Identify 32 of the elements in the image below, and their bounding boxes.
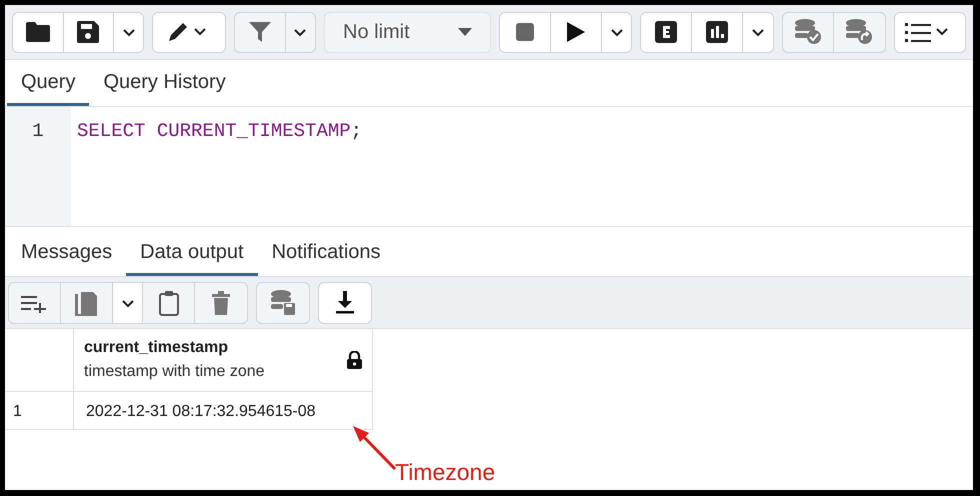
code-line: SELECT CURRENT_TIMESTAMP; [76, 119, 364, 144]
explain-icon [655, 21, 678, 43]
annotation-label: Timezone [395, 458, 496, 487]
table-cell: 2022-12-31 08:17:32.954615-08 [74, 392, 373, 430]
save-icon [77, 21, 100, 43]
stop-icon [516, 23, 534, 41]
database-check-icon [794, 19, 822, 45]
chart-icon [706, 21, 728, 43]
tab[interactable]: Query History [89, 60, 240, 106]
dropdown-caret-icon [458, 28, 472, 36]
row-number: 1 [5, 392, 74, 430]
caret-icon [293, 27, 308, 37]
copy-icon [74, 290, 98, 316]
column-header: current_timestamp timestamp with time zone [74, 329, 373, 392]
filter-icon [248, 22, 271, 42]
annotation-arrow [353, 426, 396, 470]
caret-icon [610, 27, 624, 37]
clipboard-icon [158, 290, 178, 316]
folder-icon [26, 22, 50, 42]
limit-dropdown[interactable]: No limit [324, 12, 492, 52]
database-undo-icon [845, 19, 874, 45]
download-icon [335, 290, 355, 314]
caret-icon [120, 298, 134, 308]
database-save-icon [270, 290, 296, 316]
tab[interactable]: Messages [7, 230, 126, 276]
caret-icon [122, 27, 136, 37]
caret-icon [750, 27, 765, 37]
copy-options-button[interactable] [113, 282, 143, 322]
trash-icon [212, 290, 230, 314]
play-icon [567, 22, 586, 42]
tab[interactable]: Notifications [258, 230, 395, 276]
line-number: 1 [31, 119, 45, 144]
